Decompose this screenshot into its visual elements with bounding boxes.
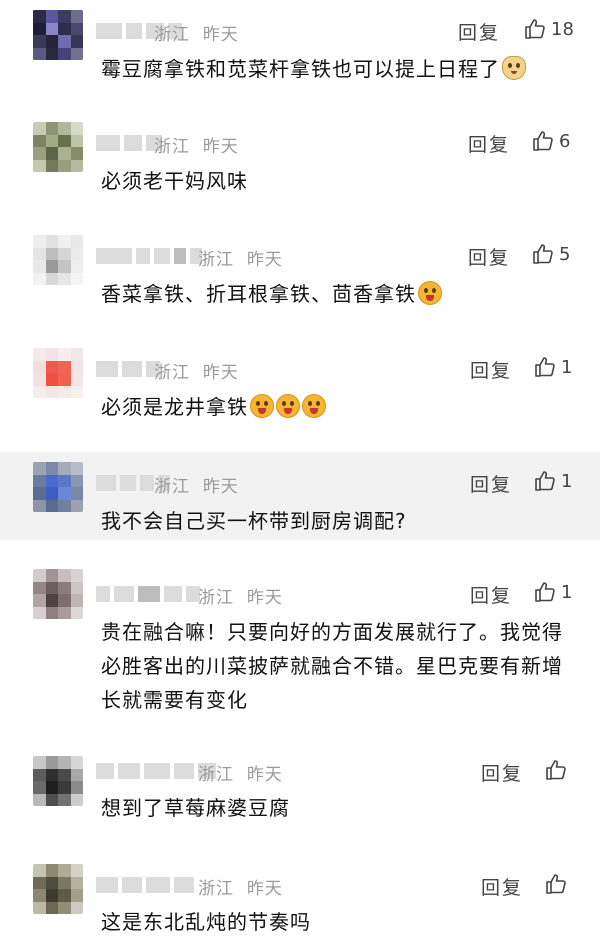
- like-button[interactable]: 6: [531, 129, 570, 153]
- comment-item: 浙江 昨天 回复 18 霉豆腐拿铁和苋菜杆拿铁也可以提上日程了: [0, 0, 600, 112]
- username-blurred[interactable]: [96, 585, 200, 603]
- comment-text: 这是东北乱炖的节奏吗: [101, 910, 311, 934]
- thumbs-up-icon: [535, 471, 555, 491]
- comment-item: 浙江 昨天 回复 1 我不会自己买一杯带到厨房调配?: [0, 452, 600, 540]
- thumbs-up-icon: [535, 357, 555, 377]
- reply-button[interactable]: 回复: [470, 581, 512, 608]
- comment-item: 浙江 昨天 回复 5 香菜拿铁、折耳根拿铁、茴香拿铁: [0, 225, 600, 338]
- timestamp: 昨天: [202, 25, 239, 45]
- reply-button[interactable]: 回复: [470, 470, 512, 497]
- username-blurred[interactable]: [96, 876, 194, 894]
- avatar[interactable]: [33, 756, 83, 806]
- timestamp: 昨天: [202, 477, 239, 497]
- comment-item: 浙江 昨天 回复 6 必须老干妈风味: [0, 112, 600, 225]
- comment-item: 浙江 昨天 回复 1 必须是龙井拿铁: [0, 338, 600, 451]
- like-button[interactable]: 18: [523, 17, 574, 41]
- like-count: 18: [551, 18, 574, 40]
- comment-meta: 浙江 昨天: [198, 874, 283, 899]
- comment-text: 必须是龙井拿铁: [101, 390, 571, 424]
- avatar[interactable]: [33, 348, 83, 398]
- comment-text: 必须老干妈风味: [101, 169, 248, 193]
- comment-text: 我不会自己买一杯带到厨房调配?: [101, 509, 407, 533]
- location: 浙江: [154, 477, 190, 497]
- comment-meta: 浙江 昨天: [198, 583, 283, 608]
- comment-meta: 浙江 昨天: [198, 245, 283, 270]
- location: 浙江: [198, 765, 234, 785]
- location: 浙江: [154, 363, 190, 383]
- like-count: 1: [561, 470, 573, 492]
- comment-meta: 浙江 昨天: [154, 472, 239, 497]
- avatar[interactable]: [33, 864, 83, 914]
- thumbs-up-icon: [533, 131, 553, 151]
- comment-text: 霉豆腐拿铁和苋菜杆拿铁也可以提上日程了: [101, 52, 571, 86]
- comment-item: 浙江 昨天 回复 想到了草莓麻婆豆腐: [0, 750, 600, 860]
- shocked-face-icon: [250, 394, 274, 418]
- like-count: 6: [559, 130, 571, 152]
- like-button[interactable]: 1: [533, 580, 572, 604]
- thumbs-up-icon: [546, 760, 566, 780]
- username-blurred[interactable]: [96, 134, 162, 152]
- reply-button[interactable]: 回复: [481, 759, 523, 786]
- comment-meta: 浙江 昨天: [154, 358, 239, 383]
- like-count: 1: [561, 581, 573, 603]
- timestamp: 昨天: [202, 137, 239, 157]
- shocked-face-icon: [276, 394, 300, 418]
- reply-button[interactable]: 回复: [470, 356, 512, 383]
- avatar[interactable]: [33, 235, 83, 285]
- reply-button[interactable]: 回复: [468, 130, 510, 157]
- reply-button[interactable]: 回复: [458, 18, 500, 45]
- like-button[interactable]: [544, 758, 572, 782]
- timestamp: 昨天: [246, 588, 283, 608]
- yummy-face-icon: [418, 281, 442, 305]
- comment-text: 香菜拿铁、折耳根拿铁、茴香拿铁: [101, 277, 571, 311]
- avatar[interactable]: [33, 462, 83, 512]
- like-button[interactable]: 1: [533, 469, 572, 493]
- avatar[interactable]: [33, 122, 83, 172]
- thumbs-up-icon: [533, 244, 553, 264]
- like-button[interactable]: 5: [531, 242, 570, 266]
- reply-button[interactable]: 回复: [468, 243, 510, 270]
- location: 浙江: [154, 137, 190, 157]
- shocked-face-icon: [302, 394, 326, 418]
- comment-text: 贵在融合嘛！只要向好的方面发展就行了。我觉得必胜客出的川菜披萨就融合不错。星巴克…: [101, 620, 563, 712]
- comment-meta: 浙江 昨天: [154, 132, 239, 157]
- timestamp: 昨天: [246, 765, 283, 785]
- reply-button[interactable]: 回复: [481, 873, 523, 900]
- timestamp: 昨天: [246, 250, 283, 270]
- username-blurred[interactable]: [96, 247, 202, 265]
- like-count: 1: [561, 356, 573, 378]
- timestamp: 昨天: [246, 879, 283, 899]
- like-count: 5: [559, 243, 571, 265]
- comment-item: 浙江 昨天 回复 1 贵在融合嘛！只要向好的方面发展就行了。我觉得必胜客出的川菜…: [0, 563, 600, 743]
- thumbs-up-icon: [535, 582, 555, 602]
- location: 浙江: [198, 588, 234, 608]
- like-button[interactable]: 1: [533, 355, 572, 379]
- comment-text: 想到了草莓麻婆豆腐: [101, 796, 290, 820]
- location: 浙江: [154, 25, 190, 45]
- avatar[interactable]: [33, 569, 83, 619]
- like-button[interactable]: [544, 872, 572, 896]
- avatar[interactable]: [33, 10, 83, 60]
- location: 浙江: [198, 879, 234, 899]
- comment-meta: 浙江 昨天: [154, 20, 239, 45]
- location: 浙江: [198, 250, 234, 270]
- timestamp: 昨天: [202, 363, 239, 383]
- comment-item: 浙江 昨天 回复 这是东北乱炖的节奏吗: [0, 860, 600, 947]
- comment-meta: 浙江 昨天: [198, 760, 283, 785]
- username-blurred[interactable]: [96, 360, 160, 378]
- doge-icon: [502, 56, 526, 80]
- thumbs-up-icon: [525, 19, 545, 39]
- thumbs-up-icon: [546, 874, 566, 894]
